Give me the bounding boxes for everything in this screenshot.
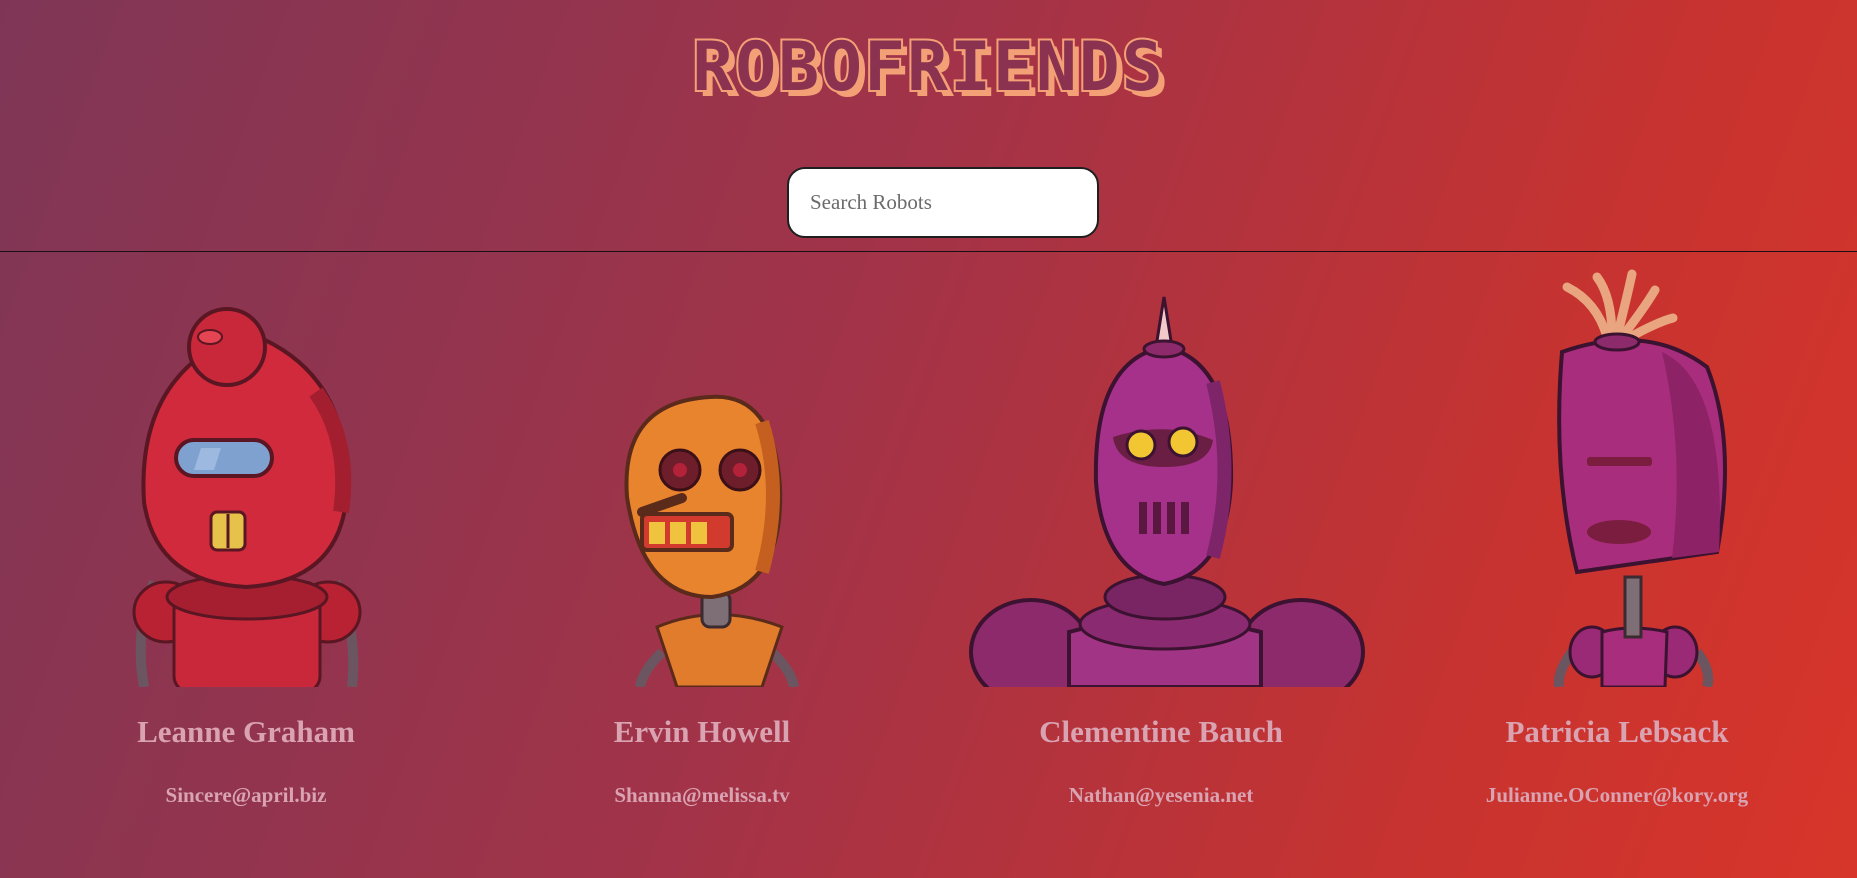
- robot-name: Clementine Bauch: [1039, 714, 1283, 749]
- robot-email: Sincere@april.biz: [165, 783, 327, 807]
- robot-email: Nathan@yesenia.net: [1068, 783, 1254, 807]
- robot-card-list: Leanne Graham Sincere@april.biz Ervin Ho…: [0, 252, 1857, 878]
- robot-card[interactable]: Patricia Lebsack Julianne.OConner@kory.o…: [1407, 252, 1827, 872]
- search-input[interactable]: [787, 167, 1099, 238]
- header: ROBOFRIENDS: [0, 0, 1857, 252]
- app-title: ROBOFRIENDS: [690, 26, 1165, 109]
- robot-card[interactable]: Clementine Bauch Nathan@yesenia.net: [951, 252, 1371, 872]
- purple-robot-avatar: [969, 296, 1365, 687]
- orange-robot-avatar: [624, 394, 799, 687]
- robot-name: Patricia Lebsack: [1505, 714, 1729, 749]
- robot-card[interactable]: Leanne Graham Sincere@april.biz: [36, 252, 456, 872]
- robot-name: Leanne Graham: [137, 714, 355, 749]
- robot-email: Julianne.OConner@kory.org: [1485, 783, 1749, 807]
- robot-email: Shanna@melissa.tv: [614, 783, 790, 807]
- robot-name: Ervin Howell: [613, 714, 791, 749]
- robot-card[interactable]: Ervin Howell Shanna@melissa.tv: [492, 252, 912, 872]
- red-robot-avatar: [132, 307, 362, 687]
- magenta-robot-avatar: [1553, 269, 1727, 687]
